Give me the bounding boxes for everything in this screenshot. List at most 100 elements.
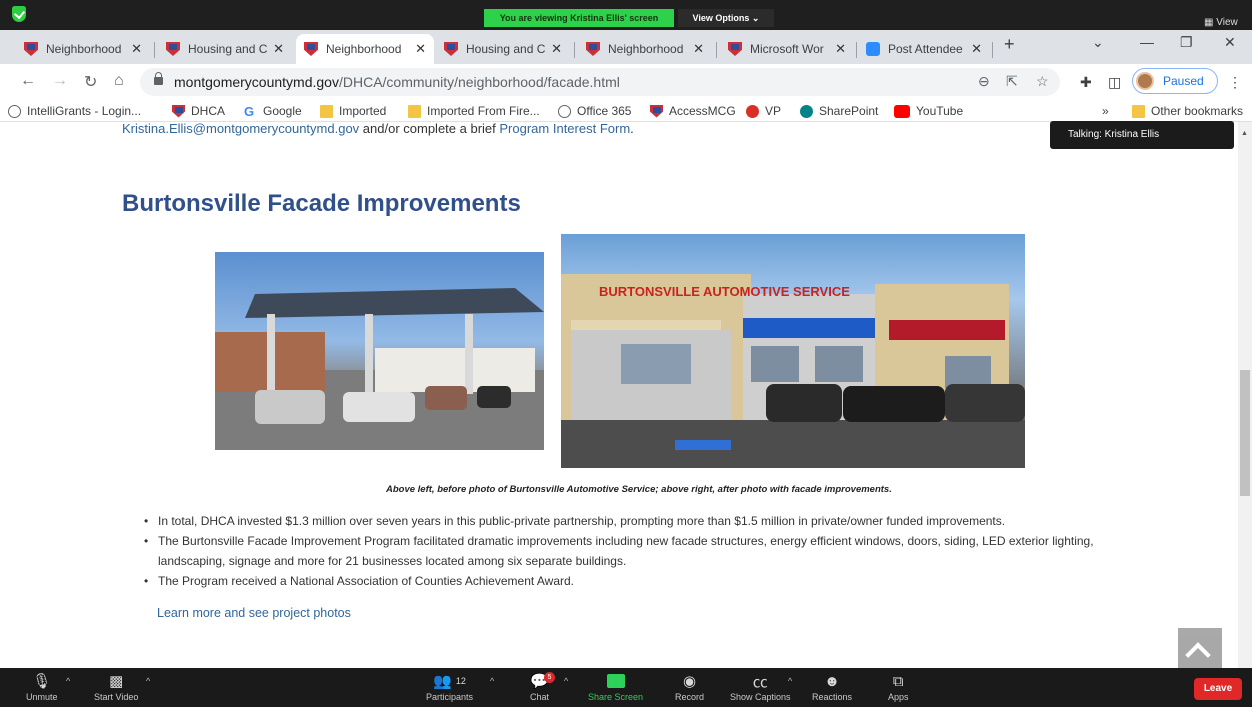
bookmark-youtube[interactable]: YouTube (894, 103, 963, 119)
scroll-up-arrow-icon[interactable]: ▲ (1241, 130, 1248, 137)
sharepoint-icon (800, 104, 813, 118)
zoom-magnifier-icon[interactable]: ⊖ (978, 73, 990, 90)
reactions-button[interactable]: ☻ Reactions (812, 670, 852, 703)
zoom-top-bar: You are viewing Kristina Ellis' screen V… (0, 0, 1252, 30)
toolbar: ← → ↻ ⌂ montgomerycountymd.gov/DHCA/comm… (0, 64, 1252, 100)
program-interest-form-link[interactable]: Program Interest Form (499, 122, 630, 136)
close-window-icon[interactable]: ✕ (1224, 34, 1236, 51)
forward-icon[interactable]: → (52, 72, 68, 90)
bookmark-accessmcg[interactable]: AccessMCG (650, 103, 736, 119)
dhca-shield-icon (304, 42, 318, 56)
globe-icon (558, 104, 571, 118)
scroll-to-top-button[interactable] (1178, 628, 1222, 668)
vp-icon (746, 104, 759, 118)
vertical-scrollbar[interactable]: ▲ (1238, 122, 1252, 668)
leave-button[interactable]: Leave (1194, 678, 1242, 700)
url-text[interactable]: montgomerycountymd.gov/DHCA/community/ne… (174, 74, 620, 90)
close-icon[interactable]: ✕ (273, 41, 284, 57)
lock-icon[interactable] (154, 72, 163, 85)
bookmark-office-365[interactable]: Office 365 (558, 103, 631, 119)
bookmark-sharepoint[interactable]: SharePoint (800, 103, 878, 119)
audio-options-caret-icon[interactable]: ^ (66, 676, 70, 686)
share-icon[interactable]: ⇱ (1006, 73, 1018, 90)
profile-button[interactable]: Paused (1132, 68, 1218, 94)
participants-icon: 👥 12 (433, 673, 466, 690)
reactions-icon: ☻ (824, 672, 840, 690)
unmute-button[interactable]: 🎙 Unmute (26, 670, 58, 702)
security-shield-icon[interactable] (12, 6, 26, 22)
learn-more-link[interactable]: Learn more and see project photos (157, 606, 351, 620)
after-photo-drawing: BURTONSVILLE AUTOMOTIVE SERVICE (561, 274, 1025, 468)
apps-icon: ⧉ (892, 672, 904, 690)
captions-icon: ㏄ (752, 673, 768, 691)
address-bar[interactable]: montgomerycountymd.gov/DHCA/community/ne… (140, 68, 1060, 96)
before-photo (215, 252, 544, 450)
scrollbar-thumb[interactable] (1240, 370, 1250, 496)
tab-3-active[interactable]: Neighborhood ✕ (296, 34, 434, 64)
zoom-icon (866, 42, 880, 56)
view-button[interactable]: ▦ View (1204, 17, 1238, 31)
captions-caret-icon[interactable]: ^ (788, 676, 792, 686)
tab-4[interactable]: Housing and C ✕ (436, 34, 570, 64)
bookmark-google[interactable]: G Google (244, 103, 302, 119)
tab-7[interactable]: Post Attendee ✕ (858, 34, 990, 64)
bookmark-intelligrants[interactable]: IntelliGrants - Login... (8, 103, 141, 119)
share-screen-button[interactable]: Share Screen (588, 670, 643, 702)
globe-icon (8, 104, 21, 118)
dhca-shield-icon (728, 42, 742, 56)
viewing-banner: You are viewing Kristina Ellis' screen (484, 9, 674, 27)
bullet-list: In total, DHCA invested $1.3 million ove… (144, 511, 1124, 591)
tab-separator (992, 42, 993, 58)
video-options-caret-icon[interactable]: ^ (146, 676, 150, 686)
chat-caret-icon[interactable]: ^ (564, 676, 568, 686)
after-photo: BURTONSVILLE AUTOMOTIVE SERVICE (561, 234, 1025, 468)
home-icon[interactable]: ⌂ (114, 72, 124, 90)
folder-icon (1132, 104, 1145, 118)
tab-search-icon[interactable]: ⌄ (1092, 34, 1104, 51)
talking-indicator: Talking: Kristina Ellis (1050, 121, 1234, 149)
close-icon[interactable]: ✕ (971, 41, 982, 57)
minimize-icon[interactable]: — (1140, 34, 1154, 50)
dhca-shield-icon (444, 42, 458, 56)
restore-icon[interactable]: ❐ (1180, 34, 1193, 51)
participants-button[interactable]: 👥 12 Participants (426, 670, 473, 702)
close-icon[interactable]: ✕ (415, 41, 426, 57)
bookmarks-overflow-button[interactable]: » (1102, 103, 1109, 119)
tab-separator (716, 42, 717, 58)
tab-6[interactable]: Microsoft Wor ✕ (720, 34, 854, 64)
menu-icon[interactable]: ⋮ (1228, 74, 1242, 91)
side-panel-icon[interactable]: ◫ (1108, 74, 1121, 91)
close-icon[interactable]: ✕ (835, 41, 846, 57)
new-tab-button[interactable]: + (1004, 34, 1015, 55)
apps-button[interactable]: ⧉ Apps (888, 670, 909, 703)
participants-caret-icon[interactable]: ^ (490, 676, 494, 686)
bookmark-vp[interactable]: VP (746, 103, 781, 119)
tab-1[interactable]: Neighborhood ✕ (16, 34, 150, 64)
dhca-shield-icon (166, 42, 180, 56)
close-icon[interactable]: ✕ (551, 41, 562, 57)
muted-microphone-icon: 🎙 (32, 673, 52, 690)
record-icon: ◉ (682, 673, 697, 690)
show-captions-button[interactable]: ㏄ Show Captions (730, 670, 791, 703)
start-video-button[interactable]: ▩ Start Video (94, 670, 138, 702)
email-link[interactable]: Kristina.Ellis@montgomerycountymd.gov (122, 122, 359, 136)
star-icon[interactable]: ☆ (1036, 73, 1049, 90)
bookmark-imported-from-firefox[interactable]: Imported From Fire... (408, 103, 540, 119)
bookmark-imported[interactable]: Imported (320, 103, 386, 119)
storefront-sign-text: BURTONSVILLE AUTOMOTIVE SERVICE (599, 284, 850, 299)
view-options-button[interactable]: View Options ⌄ (678, 9, 774, 27)
close-icon[interactable]: ✕ (693, 41, 704, 57)
tab-2[interactable]: Housing and C ✕ (158, 34, 292, 64)
back-icon[interactable]: ← (20, 72, 36, 90)
bookmark-dhca[interactable]: DHCA (172, 103, 225, 119)
tab-5[interactable]: Neighborhood ✕ (578, 34, 712, 64)
dhca-shield-icon (172, 104, 185, 118)
share-screen-icon (606, 674, 625, 688)
close-icon[interactable]: ✕ (131, 41, 142, 57)
list-item: In total, DHCA invested $1.3 million ove… (144, 511, 1124, 531)
record-button[interactable]: ◉ Record (675, 670, 704, 702)
reload-icon[interactable]: ↻ (84, 72, 97, 92)
page-heading: Burtonsville Facade Improvements (122, 190, 521, 217)
other-bookmarks[interactable]: Other bookmarks (1132, 103, 1243, 119)
extensions-icon[interactable]: ✚ (1080, 74, 1092, 91)
